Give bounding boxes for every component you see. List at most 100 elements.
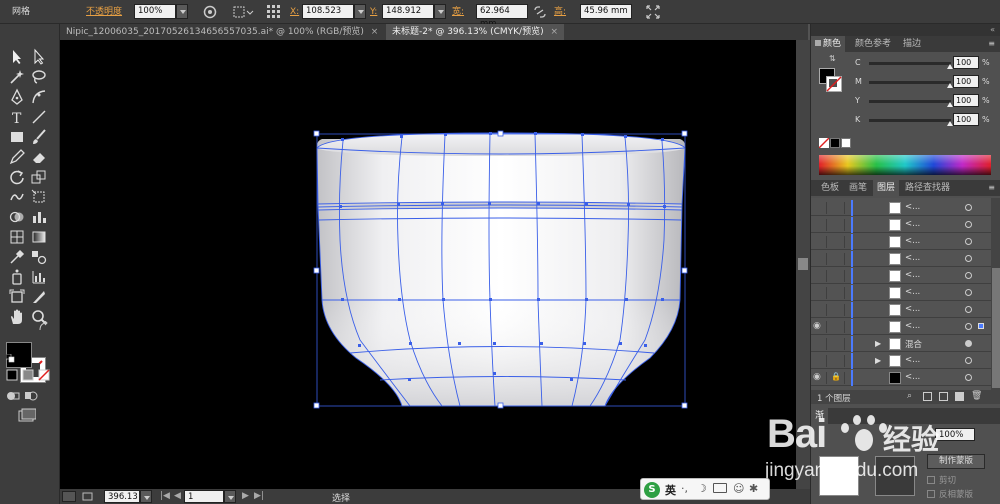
lock-toggle[interactable]	[831, 355, 845, 367]
collapse-panels-icon[interactable]: «	[990, 25, 995, 34]
magic-wand-icon[interactable]	[8, 68, 26, 86]
first-page-icon[interactable]: |◀	[160, 491, 170, 501]
selection-indicator[interactable]	[978, 323, 984, 329]
target-circle-icon[interactable]	[965, 255, 972, 262]
locate-object-icon[interactable]: ⌕	[907, 391, 912, 401]
prev-page-icon[interactable]: ◀	[174, 491, 181, 501]
lasso-icon[interactable]	[30, 68, 48, 86]
default-colors-icon[interactable]	[5, 353, 15, 363]
none-color-swatch[interactable]	[818, 137, 830, 149]
lock-toggle[interactable]	[831, 270, 845, 282]
tab-brushes[interactable]: 画笔	[845, 180, 871, 196]
layer-row[interactable]: <...	[811, 285, 991, 301]
layer-name[interactable]: <...	[905, 287, 920, 297]
layer-row[interactable]: ◉ <...	[811, 319, 991, 335]
column-graph-icon[interactable]	[30, 268, 48, 286]
zoom-dropdown-button[interactable]	[140, 490, 152, 503]
layer-name[interactable]: <...	[905, 270, 920, 280]
channel-c-slider[interactable]	[869, 62, 951, 65]
trash-icon[interactable]: 🗑	[971, 391, 982, 401]
layer-name[interactable]: <...	[905, 321, 920, 331]
layer-row[interactable]: <...	[811, 234, 991, 250]
target-circle-icon[interactable]	[965, 272, 972, 279]
tab-untitled-2[interactable]: 未标题-2* @ 396.13% (CMYK/预览) ×	[386, 24, 565, 40]
layer-name[interactable]: <...	[905, 219, 920, 229]
eraser-icon[interactable]	[30, 148, 48, 166]
target-circle-icon[interactable]	[965, 357, 972, 364]
channel-m-field[interactable]: 100	[953, 75, 979, 88]
last-page-icon[interactable]: ▶|	[254, 491, 264, 501]
tab-swatches[interactable]: 色板	[817, 180, 843, 196]
visibility-toggle[interactable]	[813, 202, 827, 214]
layer-name[interactable]: <...	[905, 304, 920, 314]
new-sublayer-icon[interactable]	[939, 392, 948, 401]
link-proportions-icon[interactable]	[532, 4, 548, 20]
opacity-label[interactable]: 不透明度	[86, 4, 122, 20]
layer-name[interactable]: <...	[905, 355, 920, 365]
recolor-icon[interactable]	[202, 4, 218, 20]
zoom-prev-button[interactable]	[62, 491, 76, 502]
scale-tool-icon[interactable]	[30, 168, 48, 186]
artboard-canvas[interactable]	[60, 40, 796, 489]
rectangle-tool-icon[interactable]	[8, 128, 26, 146]
slice-tool-icon[interactable]	[30, 288, 48, 306]
visibility-toggle[interactable]	[813, 304, 827, 316]
layer-name[interactable]: 混合	[905, 338, 922, 350]
lock-toggle[interactable]	[831, 321, 845, 333]
lock-toggle[interactable]	[831, 304, 845, 316]
visibility-toggle[interactable]	[813, 355, 827, 367]
visibility-toggle[interactable]	[813, 287, 827, 299]
punctuation-icon[interactable]: ·,	[681, 482, 688, 495]
draw-behind-icon[interactable]	[24, 390, 38, 402]
zoom-field[interactable]: 396.13	[104, 490, 140, 503]
eye-icon[interactable]: ◉	[813, 372, 827, 384]
layer-name[interactable]: <...	[905, 236, 920, 246]
settings-icon[interactable]: ✱	[749, 482, 758, 495]
shape-builder-icon[interactable]	[8, 208, 26, 226]
layer-row[interactable]: <...	[811, 217, 991, 233]
selection-tool-icon[interactable]	[8, 48, 26, 66]
none-mode-icon[interactable]	[38, 369, 50, 381]
gradient-tool-icon[interactable]	[30, 228, 48, 246]
eye-icon[interactable]: ◉	[813, 321, 827, 333]
channel-m-slider[interactable]	[869, 81, 951, 84]
paintbrush-icon[interactable]	[30, 128, 48, 146]
target-circle-icon[interactable]	[965, 204, 972, 211]
moon-icon[interactable]: ☽	[697, 482, 707, 495]
target-circle-icon[interactable]	[965, 323, 972, 330]
visibility-toggle[interactable]	[813, 236, 827, 248]
lock-toggle[interactable]	[831, 287, 845, 299]
layer-row[interactable]: ◉ 🔒 <...	[811, 370, 991, 386]
height-field[interactable]: 45.96 mm	[580, 4, 632, 19]
hand-tool-icon[interactable]	[8, 308, 26, 326]
pencil-icon[interactable]	[8, 148, 26, 166]
channel-k-field[interactable]: 100	[953, 113, 979, 126]
direct-selection-tool-icon[interactable]	[30, 48, 48, 66]
draw-normal-icon[interactable]	[6, 390, 20, 402]
mesh-tool-icon[interactable]	[8, 228, 26, 246]
color-spectrum[interactable]	[819, 155, 991, 175]
target-circle-icon[interactable]	[965, 289, 972, 296]
lock-toggle[interactable]	[831, 219, 845, 231]
close-icon[interactable]: ×	[550, 27, 558, 37]
layer-row[interactable]: ▶ <...	[811, 353, 991, 369]
visibility-toggle[interactable]	[813, 338, 827, 350]
x-stepper[interactable]	[354, 4, 366, 19]
align-icon[interactable]	[232, 4, 254, 20]
layer-row[interactable]: <...	[811, 251, 991, 267]
line-tool-icon[interactable]	[30, 108, 48, 126]
layer-row[interactable]: ▶ 混合	[811, 336, 991, 352]
width-field[interactable]: 62.964 mm	[476, 4, 528, 29]
target-circle-icon[interactable]	[965, 238, 972, 245]
layer-row[interactable]: <...	[811, 268, 991, 284]
opacity-field[interactable]: 100%	[134, 4, 176, 19]
layer-name[interactable]: <...	[905, 253, 920, 263]
layer-row[interactable]: <...	[811, 302, 991, 318]
symbol-sprayer-icon[interactable]	[8, 268, 26, 286]
curvature-tool-icon[interactable]	[30, 88, 48, 106]
tab-pathfinder[interactable]: 路径查找器	[901, 180, 954, 196]
lock-toggle[interactable]	[831, 236, 845, 248]
lock-toggle[interactable]	[831, 202, 845, 214]
lock-toggle[interactable]	[831, 253, 845, 265]
opacity-dropdown-button[interactable]	[176, 4, 188, 19]
